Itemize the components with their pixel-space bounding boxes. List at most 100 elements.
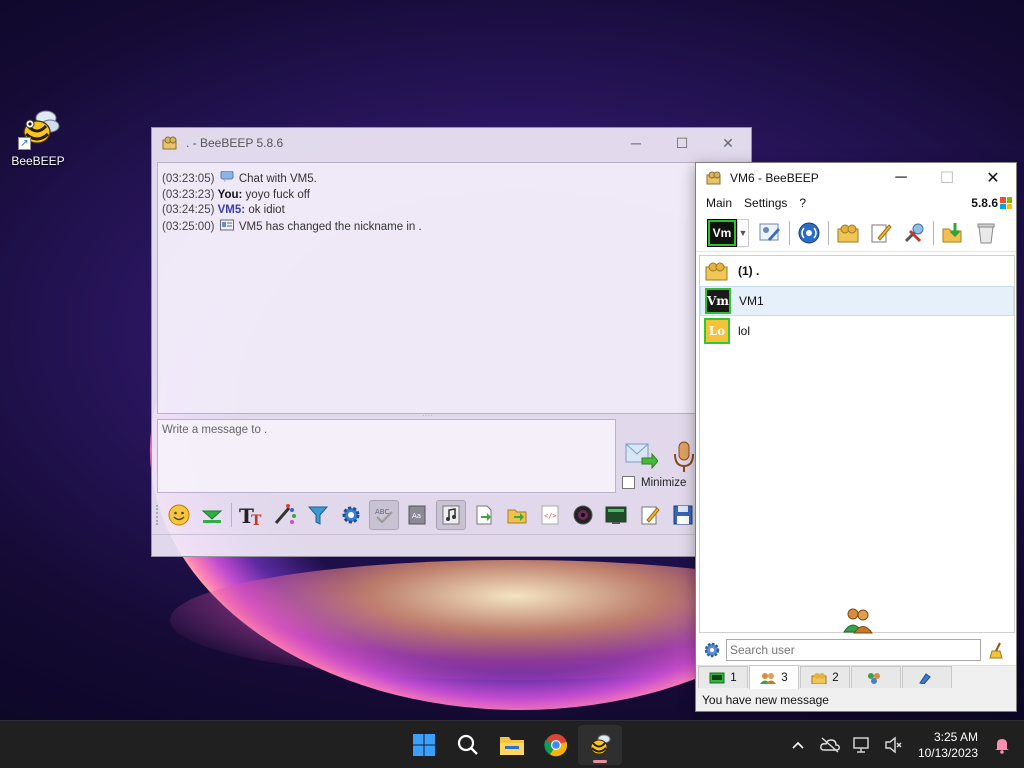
message-timestamp: (03:23:23) [162,188,215,201]
users-tab-icon [760,672,777,684]
toolbar-separator [828,220,829,245]
file-explorer-button[interactable] [490,725,534,765]
beebeep-taskbar-button[interactable] [578,725,622,765]
status-dropdown-icon[interactable]: ▼ [737,218,749,247]
volume-muted-icon[interactable] [878,729,910,761]
tab-users[interactable]: 3 [749,665,799,689]
message-text: VM5 has changed the nickname in . [238,220,422,233]
search-user-input[interactable] [726,639,981,661]
toolbar-separator [789,220,790,245]
microphone-icon[interactable] [672,440,696,474]
send-folder-icon[interactable] [502,500,532,530]
toolbar-separator [231,503,233,527]
edit-profile-icon[interactable] [755,218,785,248]
maximize-button[interactable]: ☐ [924,163,970,192]
chat-history[interactable]: (03:23:05) Chat with VM5. (03:23:23) You… [157,162,697,414]
recycle-bin-icon[interactable] [971,218,1001,248]
write-note-icon[interactable] [866,218,896,248]
user-list-item[interactable]: (1) . [700,256,1014,286]
minimize-button[interactable]: ─ [613,128,659,158]
message-timestamp: (03:24:25) [162,204,215,216]
color-palette-icon[interactable] [270,500,300,530]
my-status-button[interactable]: Vm [707,218,737,247]
chrome-icon [544,734,568,757]
settings-gear-icon[interactable] [336,500,366,530]
chat-window[interactable]: . - BeeBEEP 5.8.6 ─ ☐ ✕ (03:23:05) Chat … [151,127,752,557]
chat-tab-icon [709,672,725,684]
main-window-titlebar[interactable]: VM6 - BeeBEEP ─ ☐ ✕ [696,163,1016,192]
chrome-button[interactable] [534,725,578,765]
message-text: yoyo fuck off [245,188,310,201]
start-button[interactable] [402,725,446,765]
tab-chats[interactable]: 1 [698,666,748,688]
network-broadcast-icon[interactable] [794,218,824,248]
notification-bell-icon[interactable] [986,729,1018,761]
message-sender: VM5: [217,204,246,216]
close-button[interactable]: ✕ [970,163,1016,192]
update-icon[interactable] [938,218,968,248]
splitter-handle[interactable]: ···· [422,412,436,420]
send-button[interactable] [624,440,659,472]
chat-message-row: (03:25:00) VM5 has changed the nickname … [162,219,692,236]
font-icon[interactable]: TT [236,500,266,530]
minimize-checkbox[interactable] [622,476,635,489]
menu-help[interactable]: ? [799,196,806,210]
expand-chevron-icon[interactable] [197,500,227,530]
close-button[interactable]: ✕ [705,128,751,158]
emoticon-icon[interactable] [164,500,194,530]
svg-text:ABC: ABC [375,508,389,516]
message-timestamp: (03:25:00) [162,220,215,233]
minimize-checkbox-row[interactable]: Minimize [622,476,686,489]
edit-note-icon[interactable] [635,500,665,530]
clock-time: 3:25 AM [933,730,978,744]
user-avatar: Lo [704,318,730,344]
network-icon[interactable] [846,729,878,761]
tab-count: 2 [832,671,839,684]
taskbar-clock[interactable]: 3:25 AM 10/13/2023 [910,729,978,761]
chat-bubble-icon [220,170,234,183]
tools-icon[interactable] [899,218,929,248]
clear-search-icon[interactable] [988,641,1006,659]
group-chat-icon [706,171,722,185]
dictionary-icon[interactable]: Aa [402,500,432,530]
taskbar: 3:25 AM 10/13/2023 [0,720,1024,768]
desktop-icon-label: BeeBEEP [11,154,65,168]
maximize-button[interactable]: ☐ [659,128,705,158]
spell-check-icon[interactable]: ABC [369,500,400,530]
status-bar: You have new message [696,689,1016,711]
search-button[interactable] [446,725,490,765]
bee-icon: ↗ [16,106,60,150]
chat-toolbar: TT ABC Aa </> [156,498,701,532]
screenshot-icon[interactable] [601,500,631,530]
minimize-button[interactable]: ─ [878,163,924,192]
tab-network[interactable] [851,666,901,688]
camera-icon[interactable] [568,500,598,530]
user-list[interactable]: (1) . Vm VM1 Lo lol [699,255,1015,634]
search-row [699,637,1015,663]
chat-window-titlebar[interactable]: . - BeeBEEP 5.8.6 ─ ☐ ✕ [152,128,751,158]
create-group-icon[interactable] [833,218,863,248]
network-tab-icon [866,672,882,684]
desktop-icon-beebeep[interactable]: ↗ BeeBEEP [8,106,68,168]
send-file-icon[interactable] [469,500,499,530]
onedrive-off-icon[interactable] [814,729,846,761]
user-list-item[interactable]: Lo lol [700,316,1014,346]
tab-groups[interactable]: 2 [800,666,850,688]
code-snippet-icon[interactable]: </> [535,500,565,530]
message-input[interactable]: Write a message to . [157,419,616,493]
main-window[interactable]: VM6 - BeeBEEP ─ ☐ ✕ Main Settings ? 5.8.… [695,162,1017,712]
tab-file-sharing[interactable] [902,666,952,688]
version-label: 5.8.6 [971,196,1012,210]
menu-main[interactable]: Main [706,196,732,210]
message-text: Chat with VM5. [238,173,317,185]
menu-settings[interactable]: Settings [744,196,787,210]
tab-count: 1 [730,671,737,684]
user-list-item[interactable]: Vm VM1 [700,286,1014,316]
toolbar-grip[interactable] [156,505,160,525]
music-note-icon[interactable] [435,500,466,530]
save-icon[interactable] [668,500,698,530]
search-options-icon[interactable] [703,641,721,659]
chevron-up-icon[interactable] [782,729,814,761]
clock-date: 10/13/2023 [917,746,978,760]
filter-icon[interactable] [303,500,333,530]
